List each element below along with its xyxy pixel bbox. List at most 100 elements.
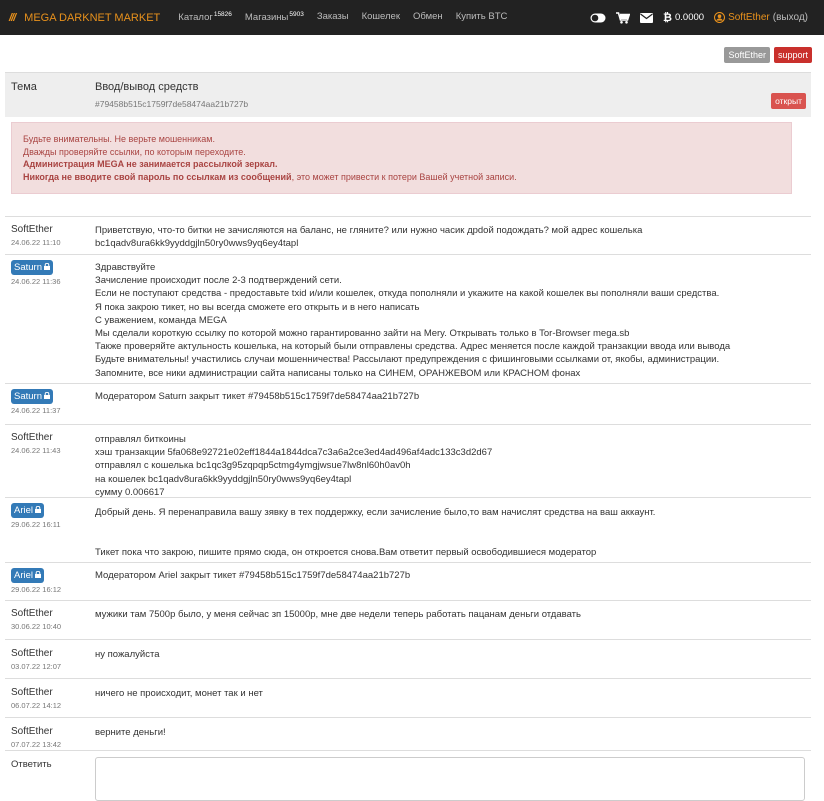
- message-date: 24.06.22 11:37: [11, 406, 61, 415]
- subject-label: Тема: [11, 81, 37, 93]
- message-row: Ariel 29.06.22 16:11 Добрый день. Я пере…: [5, 497, 811, 562]
- nav-count: 15826: [213, 11, 232, 19]
- message-row: SoftEther 30.06.22 10:40 мужики там 7500…: [5, 600, 811, 639]
- username: SoftEther: [728, 12, 770, 23]
- message-line: ничего не происходит, монет так и нет: [95, 688, 263, 699]
- message-date: 03.07.22 12:07: [11, 662, 62, 671]
- ticket-header: Тема Ввод/вывод средств #79458b515c1759f…: [5, 72, 811, 117]
- nav-link-catalog[interactable]: Каталог15826: [178, 11, 232, 23]
- message-line: Здравствуйте: [95, 262, 156, 273]
- message-date: 24.06.22 11:36: [11, 277, 61, 286]
- message-row: Saturn 24.06.22 11:36 Здравствуйте Зачис…: [5, 254, 811, 383]
- message-line: bc1qadv8ura6kk9yyddgjln50ry0wws9yq6ey4ta…: [95, 238, 299, 250]
- message-line: Тикет пока что закрою, пишите прямо сюда…: [95, 546, 597, 558]
- lock-icon: [44, 391, 50, 402]
- toggle-icon[interactable]: [590, 13, 606, 23]
- brand-slash: ///: [9, 11, 16, 24]
- nav-links: Каталог15826 Магазины5903 Заказы Кошелек…: [178, 11, 520, 23]
- message-line: отправлял биткоины: [95, 434, 186, 445]
- wallet-balance: 0.0000: [675, 12, 705, 23]
- message-author-badge: Saturn: [11, 389, 53, 404]
- message-body: ничего не происходит, монет так и нет: [95, 687, 805, 700]
- brand-name: MEGA DARKNET MARKET: [24, 11, 161, 24]
- brand-logo[interactable]: /// MEGA DARKNET MARKET: [9, 12, 160, 24]
- message-date: 24.06.22 11:43: [11, 446, 61, 455]
- message-line: на кошелек bc1qadv8ura6kk9yyddgjln50ry0w…: [95, 473, 352, 485]
- user-menu[interactable]: SoftEther (выход): [714, 12, 808, 23]
- user-label-button[interactable]: SoftEther: [724, 47, 770, 63]
- message-line: Модератором Saturn закрыт тикет #79458b5…: [95, 391, 420, 402]
- reply-label: Ответить: [11, 759, 52, 770]
- message-body: Модератором Ariel закрыт тикет #79458b51…: [95, 569, 805, 582]
- lock-icon: [35, 505, 42, 516]
- alert-rest-part: , это может привести к потери Вашей учет…: [291, 171, 517, 182]
- nav-count: 5903: [289, 11, 304, 19]
- staff-name: Ariel: [14, 505, 34, 516]
- message-author: SoftEther: [11, 648, 53, 659]
- message-author-badge: Ariel: [11, 568, 45, 583]
- warning-alert: Будьте внимательны. Не верьте мошенникам…: [11, 122, 792, 194]
- message-date: 29.06.22 16:11: [11, 520, 61, 529]
- cart-icon[interactable]: [616, 11, 631, 24]
- staff-name: Ariel: [14, 570, 34, 581]
- nav-link-orders[interactable]: Заказы: [317, 11, 349, 23]
- staff-badge: Ariel: [11, 503, 45, 518]
- message-body: Приветствую, что-то битки не зачисляются…: [95, 224, 805, 250]
- message-author: SoftEther: [11, 432, 53, 443]
- staff-name: Saturn: [14, 262, 42, 273]
- lock-icon: [35, 570, 42, 581]
- message-body: мужики там 7500р было, у меня сейчас зп …: [95, 608, 805, 621]
- ticket-title: Ввод/вывод средств: [95, 81, 199, 93]
- nav-link-shops[interactable]: Магазины5903: [245, 11, 304, 23]
- nav-link-label: Каталог: [178, 12, 213, 24]
- message-row: SoftEther 24.06.22 11:43 отправлял битко…: [5, 424, 811, 498]
- message-body: Здравствуйте Зачисление происходит после…: [95, 261, 805, 380]
- message-line: [95, 519, 805, 532]
- message-line: мужики там 7500р было, у меня сейчас зп …: [95, 609, 581, 620]
- nav-right: ₿ 0.0000 SoftEther (выход): [580, 0, 808, 35]
- message-author: SoftEther: [11, 726, 53, 737]
- ticket-id: #79458b515c1759f7de58474aa21b727b: [95, 99, 249, 109]
- top-buttons: SoftEther support: [724, 47, 812, 63]
- message-row: Saturn 24.06.22 11:37 Модератором Saturn…: [5, 383, 811, 424]
- message-line: ну пожалуйста: [95, 649, 160, 660]
- message-author-badge: Saturn: [11, 260, 53, 275]
- logout-link[interactable]: (выход): [773, 12, 808, 23]
- lock-icon: [44, 262, 50, 273]
- message-date: 24.06.22 11:10: [11, 238, 61, 247]
- message-line: Модератором Ariel закрыт тикет #79458b51…: [95, 570, 411, 581]
- staff-name: Saturn: [14, 391, 42, 402]
- message-line: С уважением, команда MEGA: [95, 314, 227, 326]
- message-line: Я пока закрою тикет, но вы всегда сможет…: [95, 301, 420, 313]
- message-author: SoftEther: [11, 224, 53, 235]
- top-navbar: /// MEGA DARKNET MARKET Каталог15826 Маг…: [0, 0, 824, 35]
- message-date: 07.07.22 13:42: [11, 740, 62, 749]
- message-line: Приветствую, что-то битки не зачисляются…: [95, 225, 643, 236]
- message-row: SoftEther 24.06.22 11:10 Приветствую, чт…: [5, 216, 811, 254]
- message-line: Зачисление происходит после 2-3 подтверж…: [95, 275, 342, 287]
- message-date: 06.07.22 14:12: [11, 701, 62, 710]
- message-body: ну пожалуйста: [95, 648, 805, 661]
- bitcoin-icon: ₿: [663, 11, 672, 24]
- message-author: SoftEther: [11, 687, 53, 698]
- message-line: Добрый день. Я перенаправила вашу зявку …: [95, 507, 656, 518]
- message-author-badge: Ariel: [11, 503, 45, 518]
- envelope-icon[interactable]: [640, 12, 654, 23]
- message-line: Если не поступают средства - предоставьт…: [95, 288, 720, 300]
- support-button[interactable]: support: [773, 47, 812, 63]
- message-date: 30.06.22 10:40: [11, 622, 62, 631]
- nav-link-wallet[interactable]: Кошелек: [362, 11, 400, 23]
- alert-line-bold: Администрация MEGA не занимается рассылк…: [23, 159, 278, 169]
- ticket-status-badge: открыт: [771, 93, 806, 109]
- message-list: SoftEther 24.06.22 11:10 Приветствую, чт…: [5, 216, 811, 756]
- staff-badge: Saturn: [11, 260, 53, 275]
- message-line: отправлял с кошелька bc1qc3g95zqpqp5ctmg…: [95, 460, 411, 472]
- message-line: Запомните, все ники администрации сайта …: [95, 367, 581, 379]
- message-line: Также проверяйте актульность кошелька, н…: [95, 341, 731, 353]
- nav-link-exchange[interactable]: Обмен: [413, 11, 443, 23]
- staff-badge: Saturn: [11, 389, 53, 404]
- reply-textarea[interactable]: [95, 757, 805, 801]
- nav-link-buy-btc[interactable]: Купить BTC: [456, 11, 508, 23]
- alert-bold-part: Никогда не вводите свой пароль по ссылка…: [23, 171, 292, 182]
- message-line: верните деньги!: [95, 727, 166, 738]
